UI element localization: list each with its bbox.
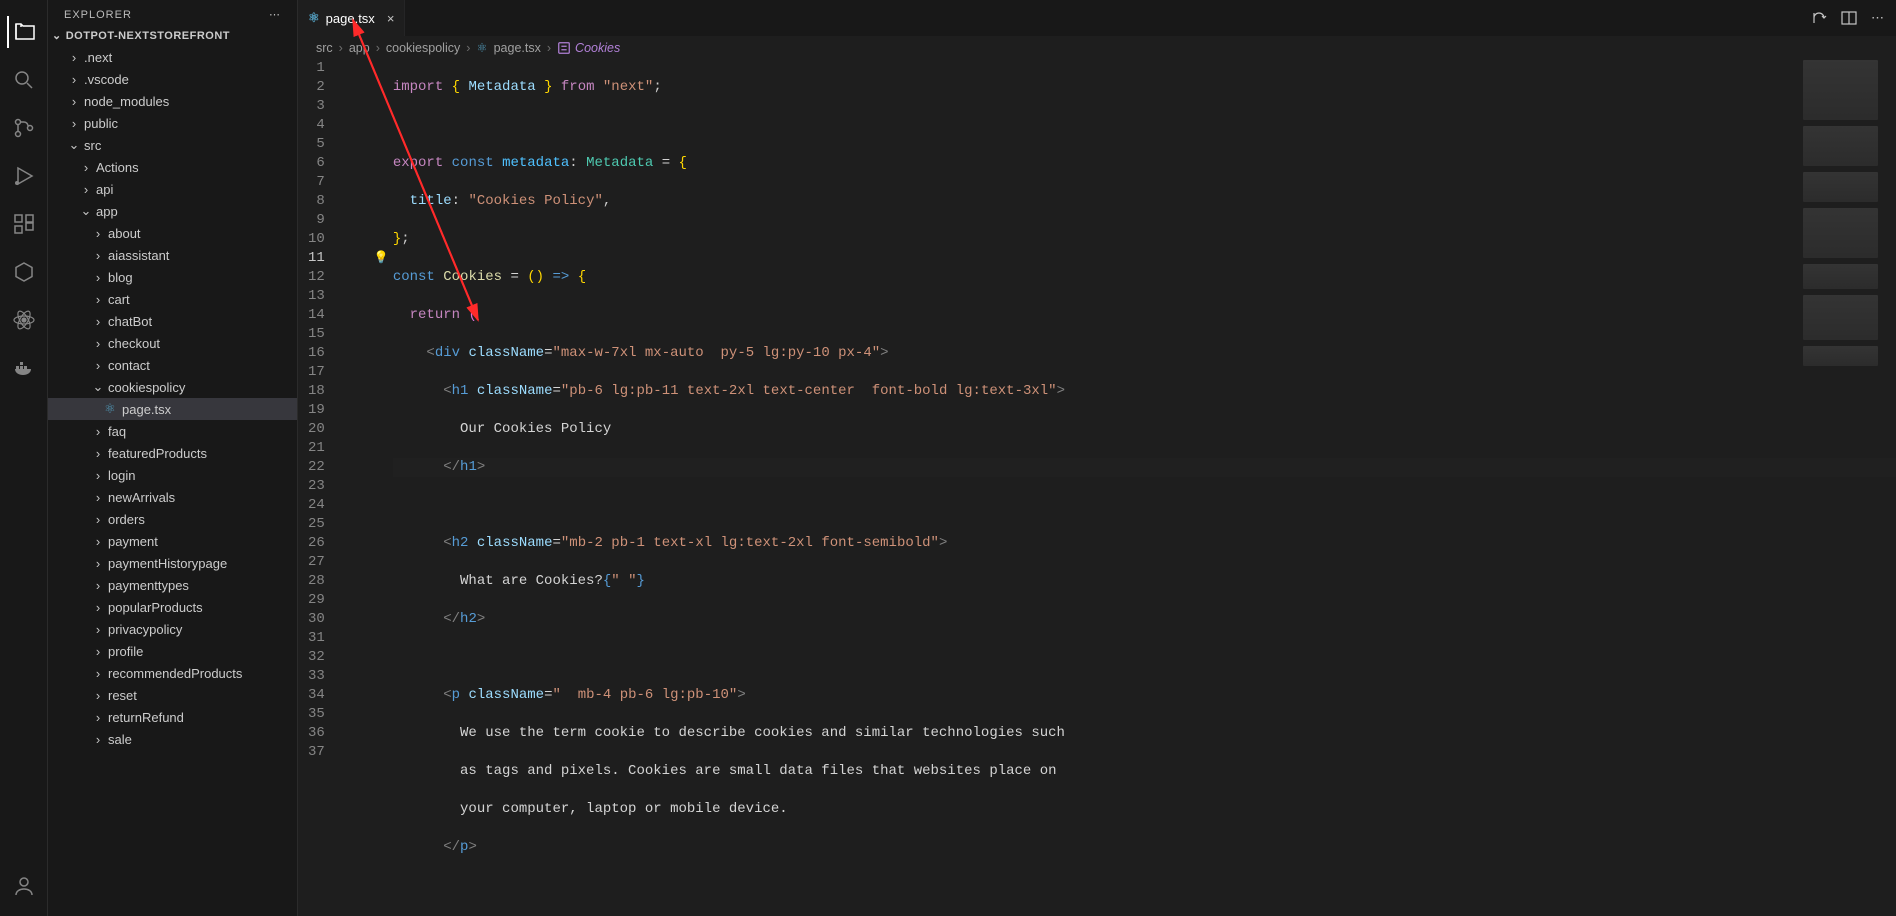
tree-folder[interactable]: ›chatBot	[48, 310, 297, 332]
lightbulb-icon[interactable]: 💡	[374, 249, 389, 268]
tree-folder[interactable]: ›cart	[48, 288, 297, 310]
tree-folder[interactable]: ›profile	[48, 640, 297, 662]
breadcrumb[interactable]: src› app› cookiespolicy› ⚛page.tsx› Cook…	[298, 36, 1896, 59]
tree-folder[interactable]: ›popularProducts	[48, 596, 297, 618]
tree-folder[interactable]: ›payment	[48, 530, 297, 552]
react-file-icon: ⚛	[308, 10, 320, 26]
file-tree: ›.next ›.vscode ›node_modules ›public ⌄s…	[48, 46, 297, 916]
tree-folder[interactable]: ›api	[48, 178, 297, 200]
close-tab-icon[interactable]: ×	[387, 11, 395, 26]
explorer-sidebar: EXPLORER ⋯ ⌄ DOTPOT-NEXTSTOREFRONT ›.nex…	[48, 0, 298, 916]
explorer-title: EXPLORER	[64, 9, 132, 21]
react-icon[interactable]	[8, 304, 40, 336]
tree-folder[interactable]: ›sale	[48, 728, 297, 750]
tree-folder[interactable]: ›featuredProducts	[48, 442, 297, 464]
tree-folder[interactable]: ›public	[48, 112, 297, 134]
split-editor-icon[interactable]	[1841, 10, 1857, 26]
extensions-icon[interactable]	[8, 208, 40, 240]
more-icon[interactable]: ⋯	[269, 8, 281, 21]
run-debug-icon[interactable]	[8, 160, 40, 192]
code-content[interactable]: import { Metadata } from "next"; export …	[393, 59, 1896, 916]
tree-folder[interactable]: ›about	[48, 222, 297, 244]
tree-file-active[interactable]: ⚛page.tsx	[48, 398, 297, 420]
tree-folder[interactable]: ›newArrivals	[48, 486, 297, 508]
explorer-icon[interactable]	[7, 16, 39, 48]
activity-bar	[0, 0, 48, 916]
docker-icon[interactable]	[8, 352, 40, 384]
tree-folder[interactable]: ›aiassistant	[48, 244, 297, 266]
tree-folder[interactable]: ›.vscode	[48, 68, 297, 90]
react-file-icon: ⚛	[476, 40, 487, 55]
tree-folder[interactable]: ›privacypolicy	[48, 618, 297, 640]
tree-folder[interactable]: ›contact	[48, 354, 297, 376]
more-actions-icon[interactable]: ⋯	[1871, 10, 1884, 26]
symbol-icon: Cookies	[557, 41, 620, 55]
glyph-margin: 💡	[343, 59, 393, 916]
tree-folder[interactable]: ›blog	[48, 266, 297, 288]
tree-folder[interactable]: ›node_modules	[48, 90, 297, 112]
search-icon[interactable]	[8, 64, 40, 96]
account-icon[interactable]	[8, 870, 40, 902]
tree-folder[interactable]: ›paymentHistorypage	[48, 552, 297, 574]
project-name: DOTPOT-NEXTSTOREFRONT	[66, 30, 230, 42]
project-header[interactable]: ⌄ DOTPOT-NEXTSTOREFRONT	[48, 25, 297, 46]
tree-folder[interactable]: ›recommendedProducts	[48, 662, 297, 684]
hex-icon[interactable]	[8, 256, 40, 288]
react-file-icon: ⚛	[102, 401, 118, 417]
tree-folder[interactable]: ›.next	[48, 46, 297, 68]
tree-folder[interactable]: ›faq	[48, 420, 297, 442]
tree-folder[interactable]: ›returnRefund	[48, 706, 297, 728]
editor-area: ⚛ page.tsx × ⋯ src› app› cookiespolicy› …	[298, 0, 1896, 916]
timeline-icon[interactable]	[1811, 10, 1827, 26]
code-editor[interactable]: 1234567891011121314151617181920212223242…	[298, 59, 1896, 916]
chevron-down-icon: ⌄	[52, 29, 62, 42]
editor-tabs: ⚛ page.tsx × ⋯	[298, 0, 1896, 36]
tree-folder[interactable]: ⌄cookiespolicy	[48, 376, 297, 398]
tree-folder[interactable]: ›Actions	[48, 156, 297, 178]
tree-folder[interactable]: ⌄app	[48, 200, 297, 222]
tree-folder[interactable]: ›reset	[48, 684, 297, 706]
tree-folder[interactable]: ›checkout	[48, 332, 297, 354]
tab-page-tsx[interactable]: ⚛ page.tsx ×	[298, 0, 405, 36]
line-numbers: 1234567891011121314151617181920212223242…	[298, 59, 343, 916]
tree-folder[interactable]: ⌄src	[48, 134, 297, 156]
source-control-icon[interactable]	[8, 112, 40, 144]
tab-label: page.tsx	[326, 11, 375, 26]
tree-folder[interactable]: ›orders	[48, 508, 297, 530]
tree-folder[interactable]: ›paymenttypes	[48, 574, 297, 596]
tree-folder[interactable]: ›login	[48, 464, 297, 486]
